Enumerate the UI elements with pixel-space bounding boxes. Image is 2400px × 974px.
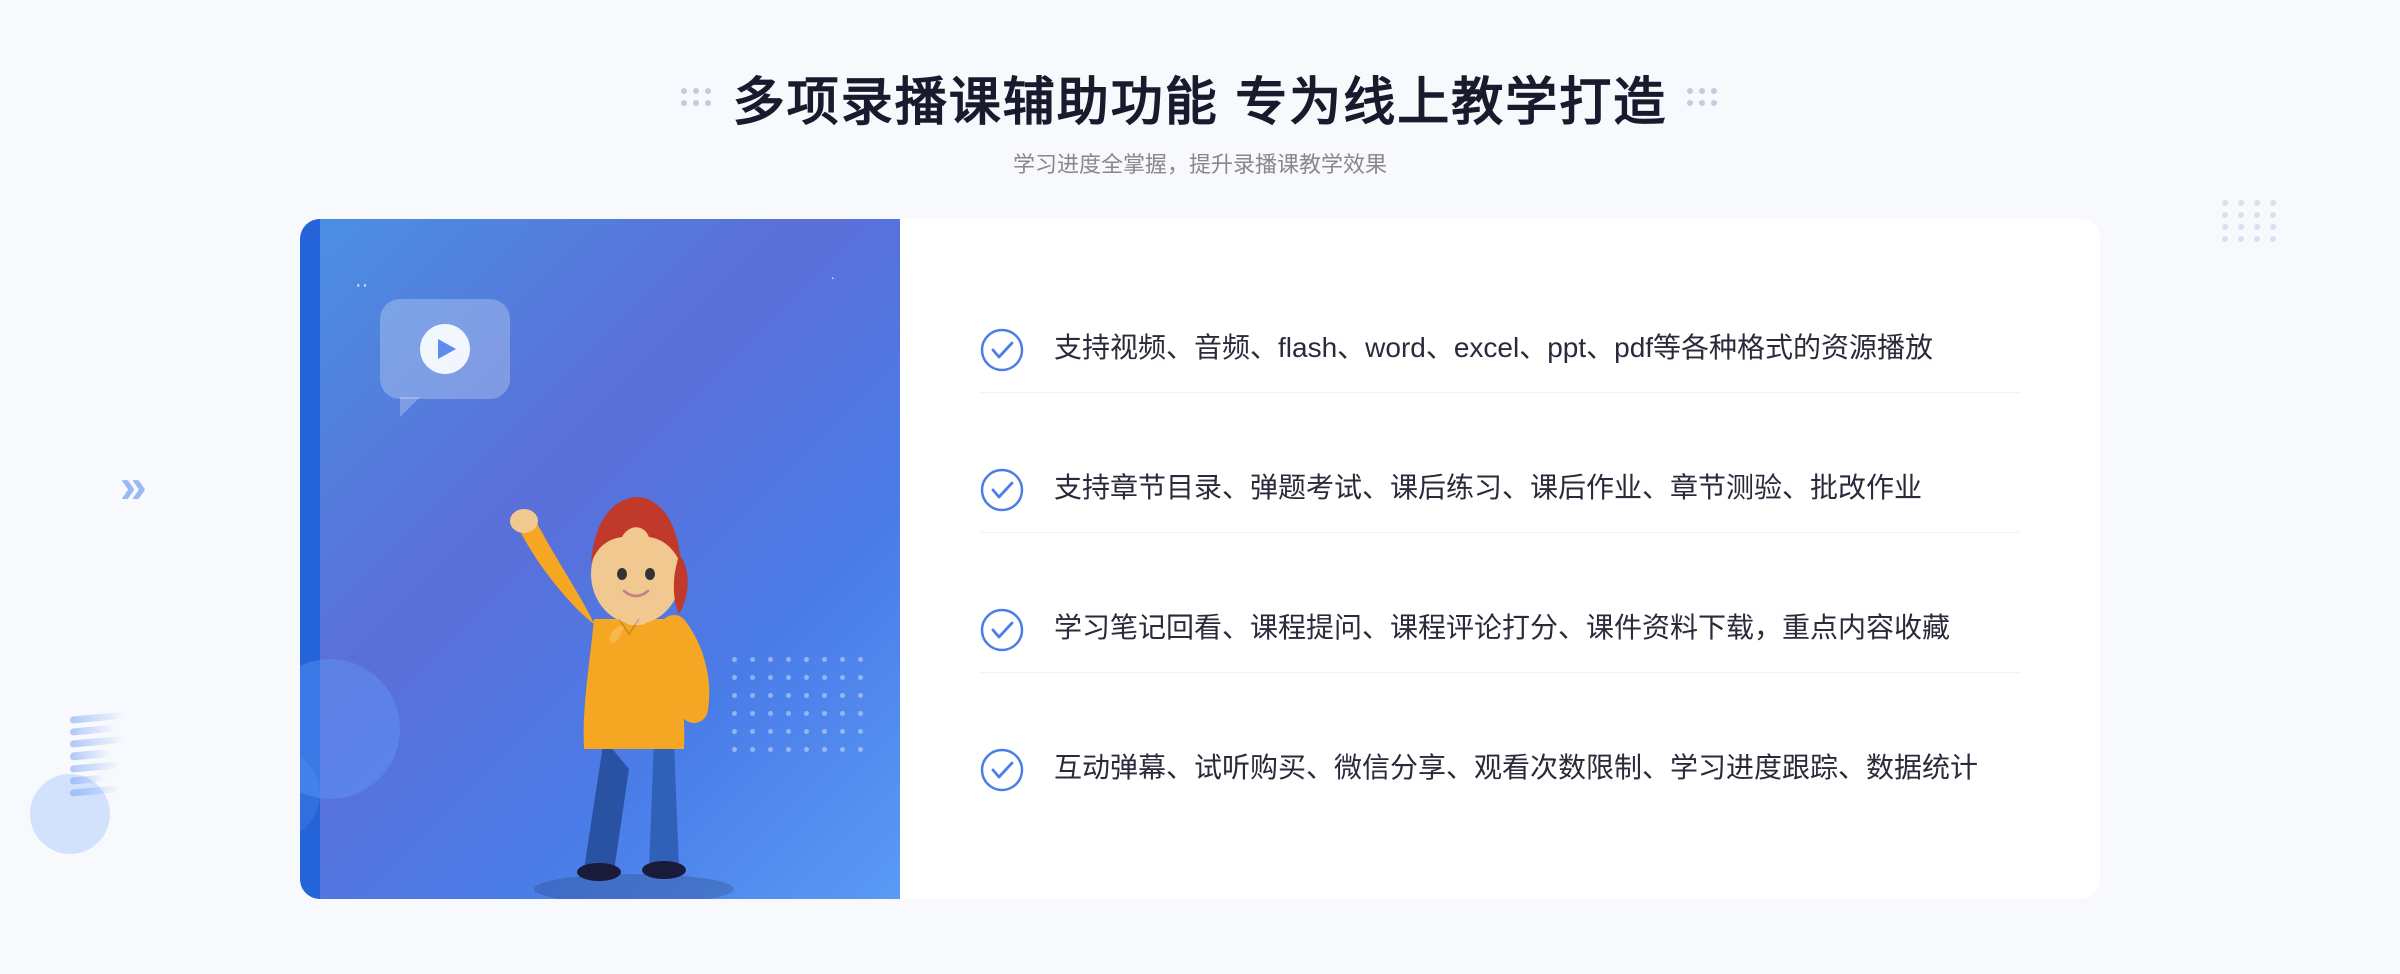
- feature-text-3: 学习笔记回看、课程提问、课程评论打分、课件资料下载，重点内容收藏: [1054, 606, 1950, 651]
- page-title: 多项录播课辅助功能 专为线上教学打造: [733, 60, 1667, 135]
- character-illustration: [464, 379, 804, 899]
- features-card: 支持视频、音频、flash、word、excel、ppt、pdf等各种格式的资源…: [900, 219, 2100, 899]
- check-icon-2: [980, 468, 1024, 512]
- feature-item-2: 支持章节目录、弹题考试、课后练习、课后作业、章节测验、批改作业: [980, 446, 2020, 533]
- feature-text-4: 互动弹幕、试听购买、微信分享、观看次数限制、学习进度跟踪、数据统计: [1054, 746, 1978, 791]
- page-container: 多项录播课辅助功能 专为线上教学打造 学习进度全掌握，提升录播课教学效果 ·· …: [0, 0, 2400, 974]
- header-section: 多项录播课辅助功能 专为线上教学打造 学习进度全掌握，提升录播课教学效果: [681, 60, 1719, 179]
- header-title-row: 多项录播课辅助功能 专为线上教学打造: [681, 60, 1719, 135]
- page-subtitle: 学习进度全掌握，提升录播课教学效果: [681, 147, 1719, 179]
- deco-circle-bottom-left: [30, 774, 110, 854]
- sparkle-left-icon: ··: [355, 274, 368, 297]
- check-icon-1: [980, 328, 1024, 372]
- feature-item-1: 支持视频、音频、flash、word、excel、ppt、pdf等各种格式的资源…: [980, 306, 2020, 393]
- illustration-card: ·· ·: [300, 219, 900, 899]
- check-icon-4: [980, 748, 1024, 792]
- feature-text-1: 支持视频、音频、flash、word、excel、ppt、pdf等各种格式的资源…: [1054, 326, 1933, 371]
- feature-item-3: 学习笔记回看、课程提问、课程评论打分、课件资料下载，重点内容收藏: [980, 586, 2020, 673]
- feature-item-4: 互动弹幕、试听购买、微信分享、观看次数限制、学习进度跟踪、数据统计: [980, 726, 2020, 812]
- check-icon-3: [980, 608, 1024, 652]
- play-button-icon: [420, 324, 470, 374]
- feature-text-2: 支持章节目录、弹题考试、课后练习、课后作业、章节测验、批改作业: [1054, 466, 1922, 511]
- sparkle-right-icon: ·: [830, 269, 835, 285]
- right-dots-grid: [2222, 200, 2280, 242]
- content-area: ·· ·: [300, 219, 2100, 899]
- header-dots-right: [1687, 88, 1719, 108]
- header-dots-left: [681, 88, 713, 108]
- play-triangle: [438, 339, 456, 359]
- left-navigation-chevron[interactable]: »: [120, 460, 147, 515]
